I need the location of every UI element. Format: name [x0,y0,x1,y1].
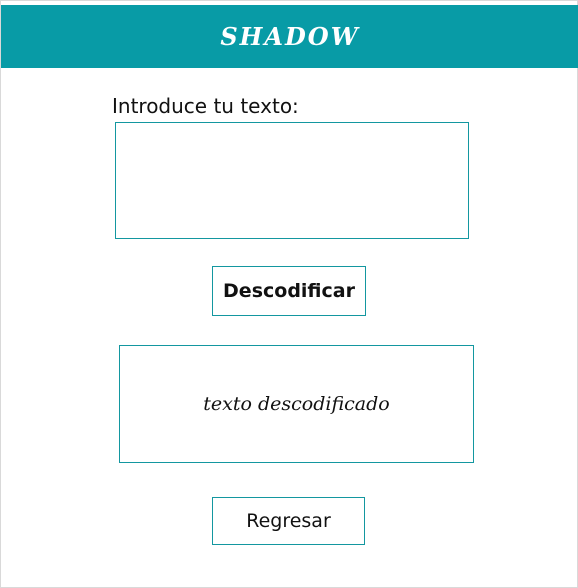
decoded-output-box: texto descodificado [119,345,474,463]
text-input-field[interactable] [115,122,469,239]
app-title: SHADOW [220,21,360,51]
app-window: SHADOW Introduce tu texto: Descodificar … [0,0,578,588]
back-button[interactable]: Regresar [212,497,365,545]
app-header: SHADOW [1,5,578,68]
input-label: Introduce tu texto: [112,94,299,118]
decode-button[interactable]: Descodificar [212,266,366,316]
decoded-output-text: texto descodificado [203,393,390,415]
